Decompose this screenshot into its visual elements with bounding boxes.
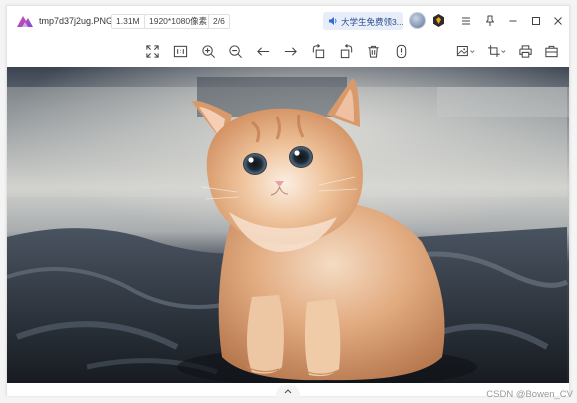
next-button[interactable] xyxy=(280,41,300,61)
chevron-up-icon xyxy=(284,388,292,393)
rotate-right-icon xyxy=(340,43,352,58)
delete-button[interactable] xyxy=(363,41,383,61)
arrow-right-icon xyxy=(284,46,297,56)
minimize-icon[interactable] xyxy=(505,13,521,29)
original-size-icon xyxy=(173,45,187,57)
toolbox-icon xyxy=(544,45,558,57)
promo-text: 大学生免费领3... xyxy=(341,17,403,27)
original-size-button[interactable] xyxy=(170,41,190,61)
toolbox-button[interactable] xyxy=(541,41,561,61)
watermark: CSDN @Bowen_CV xyxy=(486,389,573,400)
fit-screen-icon xyxy=(145,44,159,58)
crop-icon xyxy=(487,44,506,57)
close-icon[interactable] xyxy=(550,13,566,29)
page-indicator-badge: 2/6 xyxy=(208,14,230,29)
zoom-out-button[interactable] xyxy=(225,41,245,61)
image-viewer-window: tmp7d37j2ug.PNG 1.31M 1920*1080像素 2/6 大学… xyxy=(6,5,570,397)
fit-screen-button[interactable] xyxy=(142,41,162,61)
trash-icon xyxy=(367,45,379,58)
rotate-left-icon xyxy=(312,43,324,58)
previous-button[interactable] xyxy=(253,41,273,61)
pin-icon[interactable] xyxy=(482,13,498,29)
vip-hexagon-icon[interactable] xyxy=(431,13,446,28)
thumbnail-expand-handle[interactable] xyxy=(276,385,300,397)
hamburger-menu-icon[interactable] xyxy=(458,13,474,29)
zoom-in-button[interactable] xyxy=(198,41,218,61)
info-icon xyxy=(396,44,406,58)
file-size-badge: 1.31M xyxy=(111,14,145,29)
title-bar[interactable]: tmp7d37j2ug.PNG 1.31M 1920*1080像素 2/6 大学… xyxy=(7,6,569,36)
arrow-left-icon xyxy=(256,46,269,56)
resolution-badge: 1920*1080像素 xyxy=(144,14,213,29)
promo-banner[interactable]: 大学生免费领3... xyxy=(323,12,403,30)
print-button[interactable] xyxy=(515,41,535,61)
info-button[interactable] xyxy=(391,41,411,61)
app-logo xyxy=(17,16,33,27)
kitten-photo xyxy=(7,67,569,383)
user-avatar[interactable] xyxy=(409,12,426,29)
toolbar xyxy=(7,36,569,66)
zoom-in-icon xyxy=(201,44,215,58)
image-edit-button[interactable] xyxy=(453,41,479,61)
crop-button[interactable] xyxy=(484,41,510,61)
speaker-icon xyxy=(329,17,337,25)
maximize-icon[interactable] xyxy=(528,13,544,29)
rotate-right-button[interactable] xyxy=(336,41,356,61)
zoom-out-icon xyxy=(228,44,242,58)
image-edit-icon xyxy=(456,45,475,56)
rotate-left-button[interactable] xyxy=(308,41,328,61)
image-viewport[interactable] xyxy=(7,67,569,383)
file-name: tmp7d37j2ug.PNG xyxy=(39,16,114,26)
printer-icon xyxy=(518,44,532,58)
